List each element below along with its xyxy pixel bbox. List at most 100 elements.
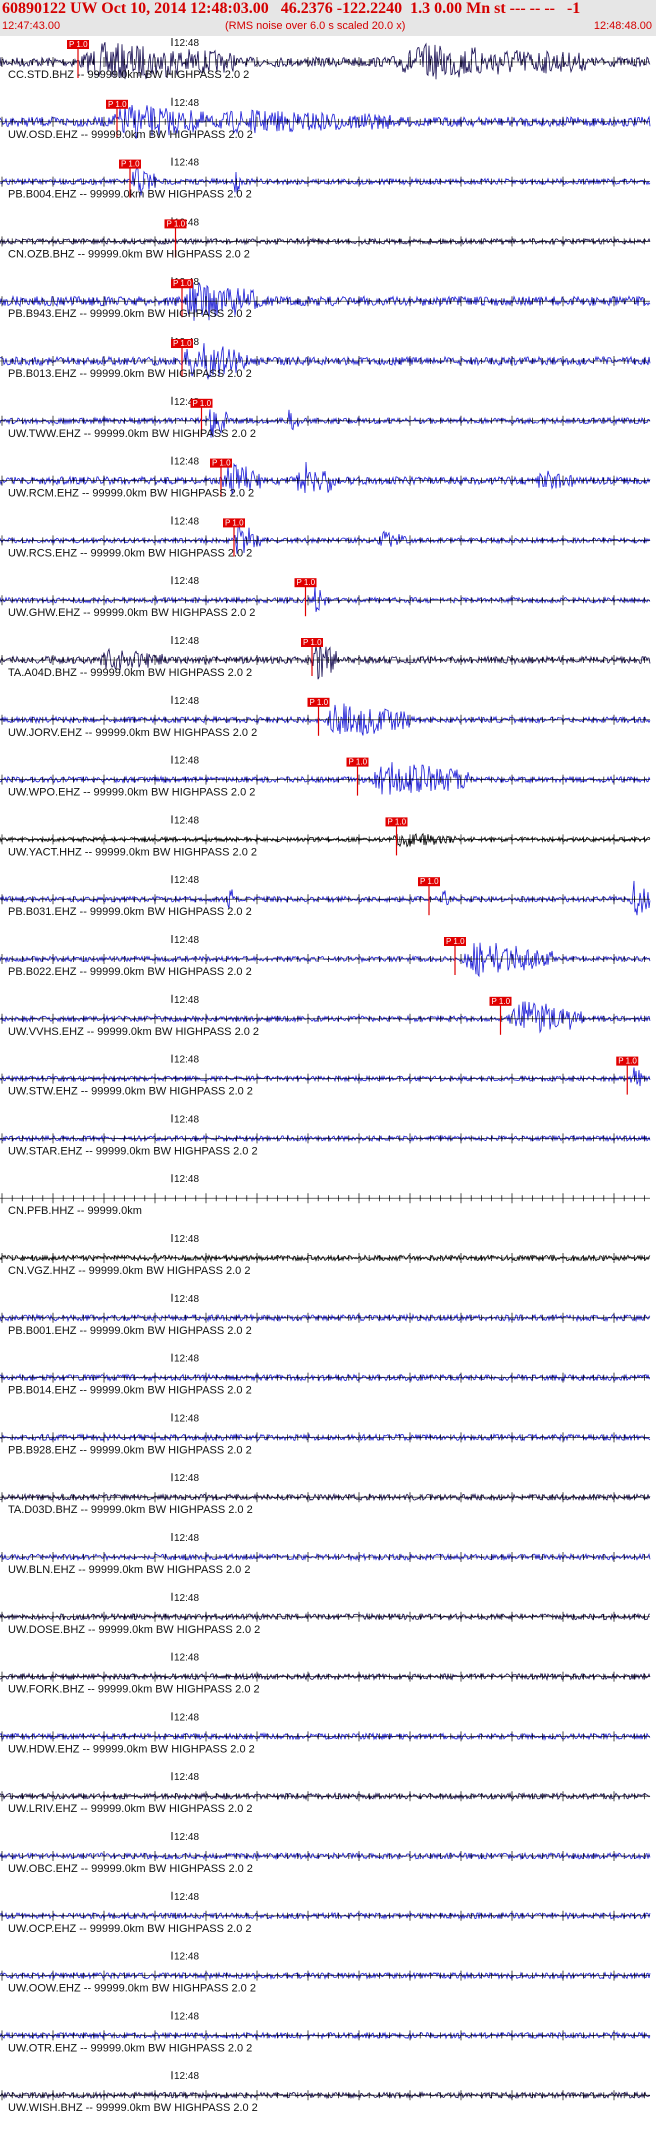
station-label: TA.D03D.BHZ -- 99999.0km BW HIGHPASS 2.0… (8, 1504, 253, 1516)
minute-label: 12:48 (174, 1712, 199, 1723)
station-label: PB.B001.EHZ -- 99999.0km BW HIGHPASS 2.0… (8, 1325, 252, 1337)
trace-row: 12:48 P 1.0 PB.B022.EHZ -- 99999.0km BW HI… (0, 935, 651, 978)
trace-row: 12:48 P 1.0 UW.VVHS.EHZ -- 99999.0km BW HI… (0, 994, 651, 1038)
trace-row: 12:48 P 1.0 UW.OSD.EHZ -- 99999.0km BW HIG… (0, 97, 651, 141)
minute-label: 12:48 (174, 1772, 199, 1783)
trace-row: 12:48 UW.STAR.EHZ -- 99999.0km BW HIGHPAS… (0, 1114, 651, 1157)
pick-label: P 1.0 (167, 219, 186, 228)
station-label: UW.OCP.EHZ -- 99999.0km BW HIGHPASS 2.0 … (8, 1923, 252, 1935)
trace-row: 12:48 UW.OTR.EHZ -- 99999.0km BW HIGHPASS… (0, 2011, 651, 2054)
trace-row: 12:48 UW.FORK.BHZ -- 99999.0km BW HIGHPAS… (0, 1652, 651, 1696)
station-label: UW.OTR.EHZ -- 99999.0km BW HIGHPASS 2.0 … (8, 2042, 252, 2054)
trace-row: 12:48 P 1.0 UW.JORV.EHZ -- 99999.0km BW HI… (0, 695, 651, 739)
station-label: TA.A04D.BHZ -- 99999.0km BW HIGHPASS 2.0… (8, 667, 252, 679)
minute-label: 12:48 (174, 995, 199, 1006)
trace-row: 12:48 P 1.0 PB.B004.EHZ -- 99999.0km BW HI… (0, 157, 651, 201)
station-label: UW.OOW.EHZ -- 99999.0km BW HIGHPASS 2.0 … (8, 1983, 256, 1995)
trace-row: 12:48 UW.OCP.EHZ -- 99999.0km BW HIGHPASS… (0, 1891, 651, 1935)
station-label: UW.JORV.EHZ -- 99999.0km BW HIGHPASS 2.0… (8, 727, 257, 739)
station-label: PB.B013.EHZ -- 99999.0km BW HIGHPASS 2.0… (8, 368, 252, 380)
station-label: CN.VGZ.HHZ -- 99999.0km BW HIGHPASS 2.0 … (8, 1265, 250, 1277)
minute-label: 12:48 (174, 815, 199, 826)
station-label: UW.STW.EHZ -- 99999.0km BW HIGHPASS 2.0 … (8, 1086, 253, 1098)
station-label: PB.B014.EHZ -- 99999.0km BW HIGHPASS 2.0… (8, 1385, 252, 1397)
pick-label: P 1.0 (349, 758, 368, 767)
trace-row: 12:48 P 1.0 CC.STD.BHZ -- 99999.0km BW HIG… (0, 38, 651, 81)
trace-row: 12:48 PB.B001.EHZ -- 99999.0km BW HIGHPAS… (0, 1293, 651, 1337)
station-label: UW.RCM.EHZ -- 99999.0km BW HIGHPASS 2.0 … (8, 488, 254, 500)
end-time: 12:48:48.00 (593, 20, 652, 32)
trace-row: 12:48 P 1.0 TA.A04D.BHZ -- 99999.0km BW HI… (0, 636, 651, 680)
minute-label: 12:48 (174, 1055, 199, 1066)
trace-row: 12:48 PB.B014.EHZ -- 99999.0km BW HIGHPAS… (0, 1353, 651, 1397)
start-time: 12:47:43.00 (2, 20, 61, 32)
pick-label: P 1.0 (173, 339, 192, 348)
minute-label: 12:48 (174, 98, 199, 109)
minute-label: 12:48 (174, 2011, 199, 2022)
station-label: PB.B943.EHZ -- 99999.0km BW HIGHPASS 2.0… (8, 308, 252, 320)
pick-label: P 1.0 (193, 399, 212, 408)
minute-label: 12:48 (174, 1174, 199, 1185)
pick-label: P 1.0 (225, 518, 244, 527)
header-bar: 60890122 UW Oct 10, 2014 12:48:03.00 46.… (0, 0, 656, 36)
trace-row: 12:48 UW.HDW.EHZ -- 99999.0km BW HIGHPASS… (0, 1712, 651, 1755)
minute-label: 12:48 (174, 636, 199, 647)
pick-label: P 1.0 (492, 997, 511, 1006)
minute-label: 12:48 (174, 158, 199, 169)
minute-label: 12:48 (174, 1892, 199, 1903)
trace-row: 12:48P 1.0UW.TWW.EHZ -- 99999.0km BW HIG… (0, 396, 651, 440)
station-label: UW.OBC.EHZ -- 99999.0km BW HIGHPASS 2.0 … (8, 1863, 253, 1875)
trace-row: 12:48 UW.OBC.EHZ -- 99999.0km BW HIGHPASS… (0, 1832, 651, 1875)
trace-row: 12:48 UW.WISH.BHZ -- 99999.0km BW HIGHPAS… (0, 2071, 650, 2114)
trace-row: 12:48P 1.0CN.OZB.BHZ -- 99999.0km BW HIG… (0, 217, 651, 260)
trace-row: 12:48 UW.BLN.EHZ -- 99999.0km BW HIGHPASS… (0, 1533, 651, 1576)
minute-label: 12:48 (174, 875, 199, 886)
seismogram-plot: 12:48 P 1.0 CC.STD.BHZ -- 99999.0km BW HIG… (0, 38, 651, 2114)
station-label: UW.FORK.BHZ -- 99999.0km BW HIGHPASS 2.0… (8, 1684, 260, 1696)
trace-row: 12:48 CN.VGZ.HHZ -- 99999.0km BW HIGHPASS… (0, 1234, 651, 1277)
minute-label: 12:48 (174, 516, 199, 527)
station-label: PB.B004.EHZ -- 99999.0km BW HIGHPASS 2.0… (8, 189, 252, 201)
station-label: UW.RCS.EHZ -- 99999.0km BW HIGHPASS 2.0 … (8, 547, 252, 559)
station-label: UW.DOSE.BHZ -- 99999.0km BW HIGHPASS 2.0… (8, 1624, 260, 1636)
trace-row: 12:48 P 1.0 UW.GHW.EHZ -- 99999.0km BW HIG… (0, 576, 651, 619)
pick-label: P 1.0 (310, 698, 329, 707)
station-label: UW.VVHS.EHZ -- 99999.0km BW HIGHPASS 2.0… (8, 1026, 259, 1038)
minute-label: 12:48 (174, 1653, 199, 1664)
station-label: CC.STD.BHZ -- 99999.0km BW HIGHPASS 2.0 … (8, 69, 249, 81)
station-label: UW.OSD.EHZ -- 99999.0km BW HIGHPASS 2.0 … (8, 129, 253, 141)
minute-label: 12:48 (174, 1114, 199, 1125)
station-label: CN.OZB.BHZ -- 99999.0km BW HIGHPASS 2.0 … (8, 248, 250, 260)
pick-label: P 1.0 (297, 578, 316, 587)
minute-label: 12:48 (174, 1413, 199, 1424)
minute-label: 12:48 (174, 756, 199, 767)
trace-row: 12:48P 1.0PB.B943.EHZ -- 99999.0km BW HI… (0, 277, 651, 321)
trace-row: 12:48 TA.D03D.BHZ -- 99999.0km BW HIGHPAS… (0, 1473, 651, 1516)
station-label: PB.B022.EHZ -- 99999.0km BW HIGHPASS 2.0… (8, 966, 252, 978)
station-label: UW.YACT.HHZ -- 99999.0km BW HIGHPASS 2.0… (8, 846, 257, 858)
trace-row: 12:48 CN.PFB.HHZ -- 99999.0km (0, 1174, 650, 1217)
minute-label: 12:48 (174, 1234, 199, 1245)
station-label: UW.LRIV.EHZ -- 99999.0km BW HIGHPASS 2.0… (8, 1803, 253, 1815)
trace-row: 12:48 UW.DOSE.BHZ -- 99999.0km BW HIGHPAS… (0, 1592, 650, 1636)
station-label: UW.WISH.BHZ -- 99999.0km BW HIGHPASS 2.0… (8, 2102, 258, 2114)
minute-label: 12:48 (174, 1473, 199, 1484)
pick-label: P 1.0 (303, 638, 322, 647)
pick-label: P 1.0 (420, 877, 439, 886)
minute-label: 12:48 (174, 1294, 199, 1305)
pick-label: P 1.0 (121, 160, 140, 169)
trace-row: 12:48 UW.LRIV.EHZ -- 99999.0km BW HIGHPAS… (0, 1772, 651, 1815)
minute-label: 12:48 (174, 696, 199, 707)
pick-label: P 1.0 (388, 817, 407, 826)
minute-label: 12:48 (174, 457, 199, 468)
pick-label: P 1.0 (69, 40, 88, 49)
station-label: UW.WPO.EHZ -- 99999.0km BW HIGHPASS 2.0 … (8, 787, 255, 799)
minute-label: 12:48 (174, 1952, 199, 1963)
minute-label: 12:48 (174, 1832, 199, 1843)
trace-row: 12:48 P 1.0 UW.RCS.EHZ -- 99999.0km BW HIG… (0, 516, 651, 559)
minute-label: 12:48 (174, 576, 199, 587)
station-label: UW.BLN.EHZ -- 99999.0km BW HIGHPASS 2.0 … (8, 1564, 250, 1576)
pick-label: P 1.0 (173, 279, 192, 288)
trace-row: 12:48 P 1.0 UW.STW.EHZ -- 99999.0km BW HIG… (0, 1054, 651, 1098)
event-title: 60890122 UW Oct 10, 2014 12:48:03.00 46.… (2, 0, 581, 17)
